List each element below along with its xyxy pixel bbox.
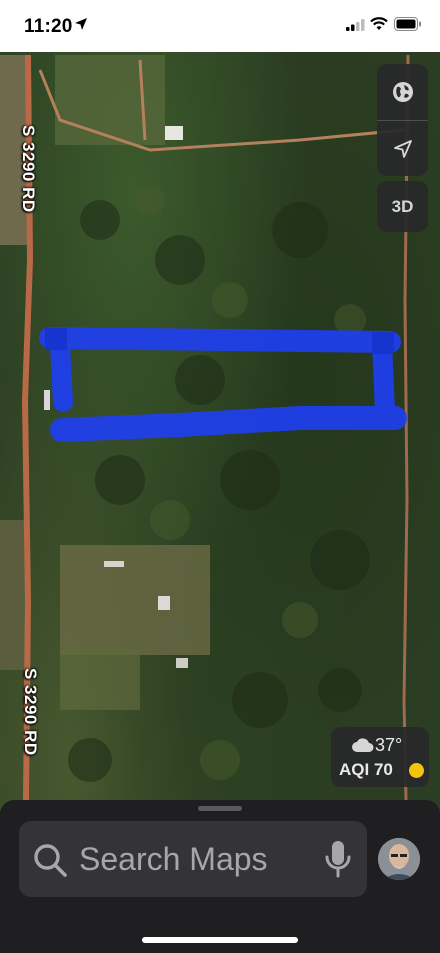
map-controls: [377, 64, 428, 176]
track-location-button[interactable]: [377, 121, 428, 177]
air-quality-index: AQI 70: [339, 760, 393, 779]
map-mode-button[interactable]: [377, 64, 428, 120]
weather-widget[interactable]: 37° AQI 70: [331, 727, 429, 787]
location-arrow-icon: [393, 140, 412, 158]
search-input[interactable]: Search Maps: [19, 821, 367, 897]
home-indicator: [142, 937, 298, 943]
road-label-bottom: S 3290 RD: [21, 668, 40, 756]
bottom-sheet[interactable]: Search Maps: [0, 800, 440, 953]
cloud-icon: [352, 738, 374, 752]
sheet-grabber[interactable]: [198, 806, 242, 811]
3d-view-button[interactable]: 3D: [377, 181, 428, 232]
profile-avatar[interactable]: [378, 838, 420, 880]
battery-icon: [394, 17, 421, 31]
profile-photo: [378, 838, 420, 880]
status-time: 11:20: [24, 16, 73, 37]
globe-icon: [392, 82, 413, 102]
microphone-icon[interactable]: [324, 839, 352, 881]
status-bar: 11:20: [0, 0, 440, 52]
cellular-signal-icon: [346, 19, 365, 31]
search-icon: [34, 844, 67, 877]
search-placeholder: Search Maps: [79, 841, 268, 877]
road-label-top: S 3290 RD: [19, 125, 38, 213]
aqi-indicator-dot: [409, 763, 424, 778]
location-arrow-icon: [75, 18, 87, 30]
weather-temperature: 37°: [375, 735, 403, 755]
wifi-icon: [370, 17, 388, 30]
